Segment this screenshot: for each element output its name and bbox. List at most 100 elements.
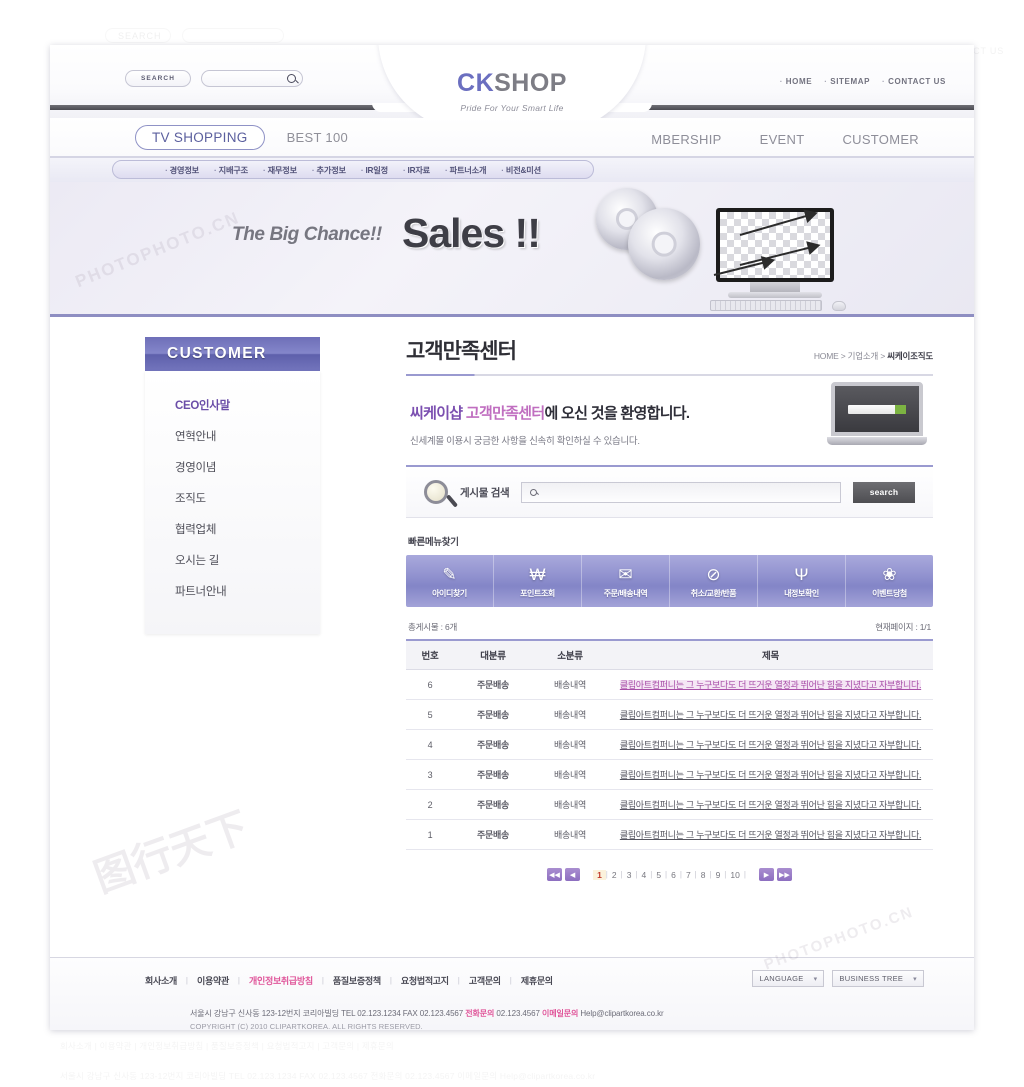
sidebar-item-directions[interactable]: 오시는 길 xyxy=(145,544,320,575)
row-title-link[interactable]: 클립아트컴퍼니는 그 누구보다도 더 뜨거운 열정과 뛰어난 힘을 지녔다고 자… xyxy=(620,830,922,840)
link-contact-us[interactable]: CONTACT US xyxy=(882,77,946,86)
welcome-part-a: 씨케이샵 xyxy=(410,405,466,422)
chevron-down-icon: ▾ xyxy=(813,975,818,983)
subnav-item-3[interactable]: 추가정보 xyxy=(312,164,347,176)
cell-no: 3 xyxy=(406,759,454,790)
breadcrumb-current: 씨케이조직도 xyxy=(887,351,933,361)
breadcrumb-home[interactable]: HOME xyxy=(814,351,839,361)
quick-menu-label: 빠른메뉴찾기 xyxy=(408,537,459,548)
page-number-3[interactable]: 3 xyxy=(623,870,636,880)
quick-item-my-info[interactable]: Ψ 내정보확인 xyxy=(758,555,846,607)
page-number-1[interactable]: 1 xyxy=(593,869,606,880)
sidebar-item-org-chart[interactable]: 조직도 xyxy=(145,482,320,513)
footer-email-value: Help@clipartkorea.co.kr xyxy=(578,1009,664,1018)
row-title-link[interactable]: 클립아트컴퍼니는 그 누구보다도 더 뜨거운 열정과 뛰어난 힘을 지녔다고 자… xyxy=(620,740,922,750)
quick-item-find-id[interactable]: ✎ 아이디찾기 xyxy=(406,555,494,607)
page-next-button[interactable]: ▶ xyxy=(758,868,774,881)
cell-subcategory: 배송내역 xyxy=(532,669,608,700)
row-title-link[interactable]: 클립아트컴퍼니는 그 누구보다도 더 뜨거운 열정과 뛰어난 힘을 지녔다고 자… xyxy=(620,800,922,810)
cell-title: 클립아트컴퍼니는 그 누구보다도 더 뜨거운 열정과 뛰어난 힘을 지녔다고 자… xyxy=(608,819,933,850)
table-row[interactable]: 3 주문배송 배송내역 클립아트컴퍼니는 그 누구보다도 더 뜨거운 열정과 뛰… xyxy=(406,759,933,790)
nav-tab-tv-shopping[interactable]: TV SHOPPING xyxy=(135,125,265,150)
cell-no: 4 xyxy=(406,729,454,760)
page-number-4[interactable]: 4 xyxy=(638,870,651,880)
subnav-item-6[interactable]: 파트너소개 xyxy=(445,164,487,176)
nav-item-best-100[interactable]: BEST 100 xyxy=(287,130,348,145)
page-number-7[interactable]: 7 xyxy=(682,870,695,880)
monitor-base xyxy=(728,292,822,298)
table-row[interactable]: 4 주문배송 배송내역 클립아트컴퍼니는 그 누구보다도 더 뜨거운 열정과 뛰… xyxy=(406,729,933,760)
main-navigation: TV SHOPPING BEST 100 MBERSHIP EVENT CUST… xyxy=(50,118,974,158)
footer-address: 서울시 강남구 신사동 123-12번지 코리아빌딩 TEL 02.123.12… xyxy=(190,1008,664,1019)
quick-item-orders[interactable]: ✉ 주문/배송내역 xyxy=(582,555,670,607)
subnav-item-0[interactable]: 경영정보 xyxy=(165,164,200,176)
business-tree-select[interactable]: BUSINESS TREE ▾ xyxy=(832,970,924,987)
page-number-5[interactable]: 5 xyxy=(652,870,665,880)
footer-link-partnership[interactable]: 제휴문의 xyxy=(521,974,553,987)
quick-item-event-winner[interactable]: ❀ 이벤트당첨 xyxy=(846,555,933,607)
subnav-item-1[interactable]: 지배구조 xyxy=(214,164,249,176)
cell-no: 5 xyxy=(406,699,454,730)
footer-link-privacy[interactable]: 개인정보취급방침 xyxy=(249,974,313,987)
page-number-6[interactable]: 6 xyxy=(667,870,680,880)
subnav-item-7[interactable]: 비전&미션 xyxy=(501,164,541,176)
nav-item-event[interactable]: EVENT xyxy=(760,132,805,147)
site-footer: 회사소개 | 이용약관 | 개인정보취급방침 | 품질보증정책 | 요청법적고지 | 고객… xyxy=(50,957,974,1030)
sidebar-item-partner-guide[interactable]: 파트너안내 xyxy=(145,575,320,606)
page-number-9[interactable]: 9 xyxy=(712,870,725,880)
table-row[interactable]: 5 주문배송 배송내역 클립아트컴퍼니는 그 누구보다도 더 뜨거운 열정과 뛰… xyxy=(406,699,933,730)
sidebar-title: CUSTOMER xyxy=(145,337,320,371)
row-title-link[interactable]: 클립아트컴퍼니는 그 누구보다도 더 뜨거운 열정과 뛰어난 힘을 지녔다고 자… xyxy=(620,710,922,720)
page-number-8[interactable]: 8 xyxy=(697,870,710,880)
link-home[interactable]: HOME xyxy=(780,77,813,86)
welcome-block: 씨케이샵 고객만족센터에 오신 것을 환영합니다. 신세계몰 이용시 궁금한 사… xyxy=(406,376,933,465)
sidebar-item-partners-company[interactable]: 협력업체 xyxy=(145,513,320,544)
footer-link-about[interactable]: 회사소개 xyxy=(145,974,177,987)
nav-item-mbership[interactable]: MBERSHIP xyxy=(651,132,721,147)
table-row[interactable]: 1 주문배송 배송내역 클립아트컴퍼니는 그 누구보다도 더 뜨거운 열정과 뛰… xyxy=(406,819,933,850)
sidebar-item-history[interactable]: 연혁안내 xyxy=(145,420,320,451)
cell-subcategory: 배송내역 xyxy=(532,819,608,850)
board-search-button[interactable]: search xyxy=(853,481,915,503)
footer-link-quality[interactable]: 품질보증정책 xyxy=(333,974,381,987)
footer-link-customer[interactable]: 고객문의 xyxy=(469,974,501,987)
site-header: SEARCH CKSHOP Pride For Your Smart Life … xyxy=(50,45,974,133)
cell-category: 주문배송 xyxy=(454,789,532,820)
table-row[interactable]: 6 주문배송 배송내역 클립아트컴퍼니는 그 누구보다도 더 뜨거운 열정과 뛰… xyxy=(406,669,933,700)
footer-link-terms[interactable]: 이용약관 xyxy=(197,974,229,987)
board-search-input[interactable] xyxy=(521,481,841,503)
page-number-2[interactable]: 2 xyxy=(608,870,621,880)
sidebar-item-philosophy[interactable]: 경영이념 xyxy=(145,451,320,482)
cell-no: 2 xyxy=(406,789,454,820)
sidebar-item-ceo-greeting[interactable]: CEO인사말 xyxy=(145,389,320,420)
subnav-item-5[interactable]: IR자료 xyxy=(403,164,431,176)
table-row[interactable]: 2 주문배송 배송내역 클립아트컴퍼니는 그 누구보다도 더 뜨거운 열정과 뛰… xyxy=(406,789,933,820)
board-table: 번호 대분류 소분류 제목 6 주문배송 배송내역 클립아트컴퍼니는 그 누구보… xyxy=(406,639,933,850)
footer-phone-label: 전화문의 xyxy=(465,1009,495,1018)
subnav-item-2[interactable]: 재무정보 xyxy=(263,164,298,176)
page-last-button[interactable]: ▶▶ xyxy=(776,868,792,881)
language-select[interactable]: LANGUAGE ▾ xyxy=(752,970,825,987)
header-search-input[interactable] xyxy=(201,70,303,87)
search-label-pill[interactable]: SEARCH xyxy=(125,70,191,87)
footer-links: 회사소개 | 이용약관 | 개인정보취급방침 | 품질보증정책 | 요청법적고지 | 고객… xyxy=(145,974,553,987)
nav-left-group: TV SHOPPING BEST 100 xyxy=(135,125,348,150)
cell-title: 클립아트컴퍼니는 그 누구보다도 더 뜨거운 열정과 뛰어난 힘을 지녔다고 자… xyxy=(608,729,933,760)
cell-no: 1 xyxy=(406,819,454,850)
breadcrumb-mid[interactable]: 기업소개 xyxy=(848,351,879,361)
sub-navigation: 경영정보 지배구조 재무정보 추가정보 IR일정 IR자료 파트너소개 비전&미… xyxy=(50,158,974,182)
link-sitemap[interactable]: SITEMAP xyxy=(824,77,870,86)
table-header-row: 번호 대분류 소분류 제목 xyxy=(406,639,933,670)
promo-banner[interactable]: The Big Chance!! Sales !! xyxy=(50,182,974,317)
quick-item-points[interactable]: ₩ 포인트조회 xyxy=(494,555,582,607)
content-area: CUSTOMER CEO인사말 연혁안내 경영이념 조직도 협력업체 오시는 길… xyxy=(50,317,974,957)
quick-item-cancel-exchange[interactable]: ⊘ 취소/교환/반품 xyxy=(670,555,758,607)
row-title-link[interactable]: 클립아트컴퍼니는 그 누구보다도 더 뜨거운 열정과 뛰어난 힘을 지녔다고 자… xyxy=(620,770,922,780)
page-number-10[interactable]: 10 xyxy=(726,870,743,880)
footer-link-legal[interactable]: 요청법적고지 xyxy=(401,974,449,987)
nav-item-customer[interactable]: CUSTOMER xyxy=(842,132,919,147)
row-title-link[interactable]: 클립아트컴퍼니는 그 누구보다도 더 뜨거운 열정과 뛰어난 힘을 지녔다고 자… xyxy=(619,680,921,690)
subnav-item-4[interactable]: IR일정 xyxy=(361,164,388,176)
page-first-button[interactable]: ◀◀ xyxy=(547,868,563,881)
page-prev-button[interactable]: ◀ xyxy=(565,868,581,881)
